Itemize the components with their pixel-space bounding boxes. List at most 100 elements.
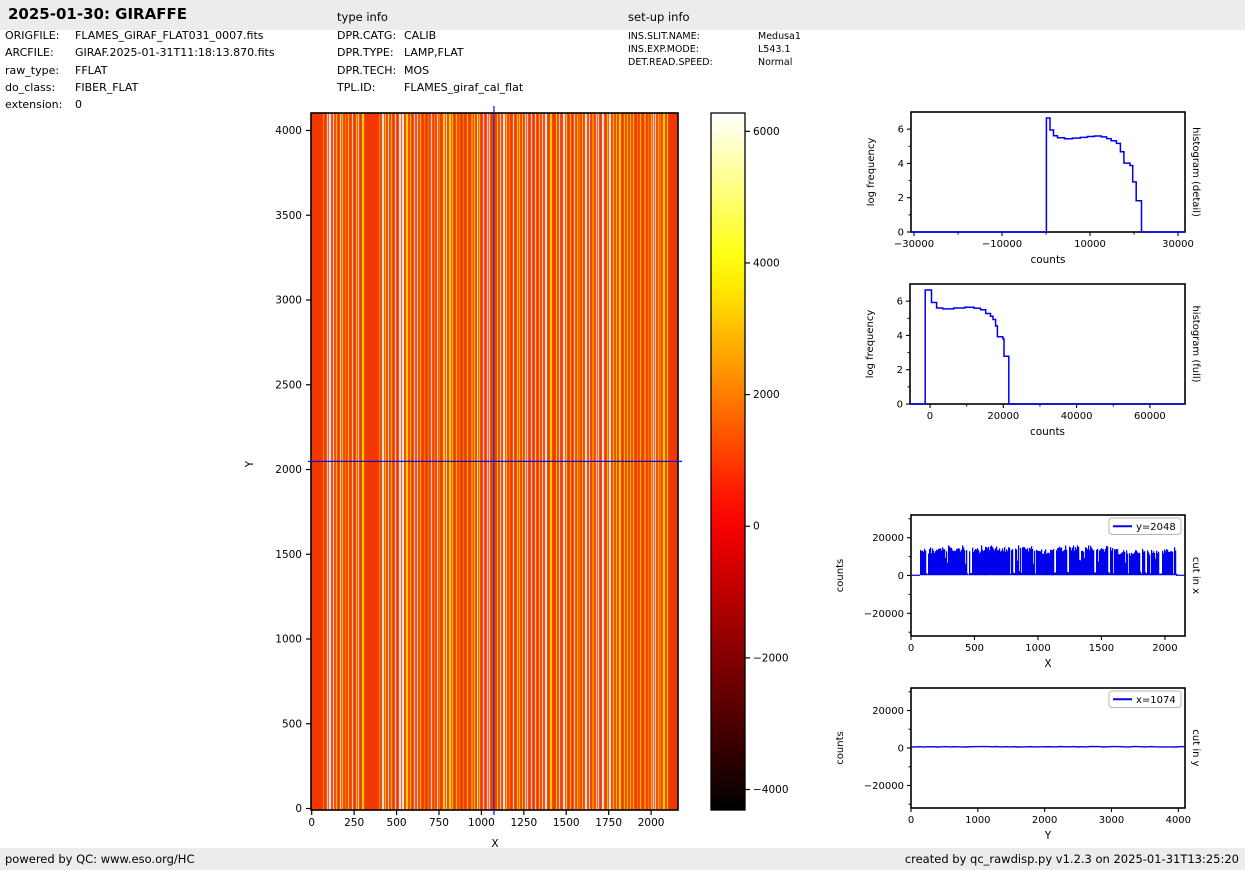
svg-text:0: 0 xyxy=(908,815,914,826)
meta-value: MOS xyxy=(404,64,429,77)
meta-value: GIRAF.2025-01-31T11:18:13.870.fits xyxy=(75,46,275,59)
svg-text:500: 500 xyxy=(965,643,984,654)
svg-text:6000: 6000 xyxy=(753,126,780,138)
svg-text:20000: 20000 xyxy=(872,706,904,717)
svg-text:0: 0 xyxy=(898,744,904,755)
svg-text:1000: 1000 xyxy=(965,815,990,826)
svg-text:2000: 2000 xyxy=(275,464,302,476)
histogram-full-series xyxy=(910,290,1185,404)
meta-value: CALIB xyxy=(404,29,436,42)
svg-text:2000: 2000 xyxy=(638,817,665,829)
svg-text:1000: 1000 xyxy=(275,634,302,646)
page-title: 2025-01-30: GIRAFFE xyxy=(8,5,187,23)
svg-text:4000: 4000 xyxy=(275,125,302,137)
svg-text:1750: 1750 xyxy=(595,817,622,829)
meta-label: ARCFILE: xyxy=(5,46,54,59)
meta-label: INS.EXP.MODE: xyxy=(628,44,699,55)
svg-text:1500: 1500 xyxy=(1089,643,1114,654)
svg-text:cut in x: cut in x xyxy=(1190,557,1201,594)
histogram-detail-series xyxy=(911,118,1185,232)
svg-text:y=2048: y=2048 xyxy=(1136,522,1176,533)
svg-text:−4000: −4000 xyxy=(753,784,789,796)
svg-text:2000: 2000 xyxy=(1032,815,1057,826)
svg-text:cut in y: cut in y xyxy=(1190,729,1201,766)
bottom-bar: powered by QC: www.eso.org/HC created by… xyxy=(0,848,1245,870)
svg-text:3000: 3000 xyxy=(275,295,302,307)
svg-text:1500: 1500 xyxy=(553,817,580,829)
svg-text:4000: 4000 xyxy=(753,257,780,269)
svg-text:2: 2 xyxy=(897,365,903,376)
cut-in-x-series xyxy=(920,545,1177,575)
svg-text:0: 0 xyxy=(927,411,933,422)
svg-text:1500: 1500 xyxy=(275,549,302,561)
cut-in-x-legend xyxy=(1109,518,1181,535)
svg-text:750: 750 xyxy=(429,817,449,829)
svg-text:−20000: −20000 xyxy=(864,781,904,792)
svg-text:counts: counts xyxy=(1030,426,1065,438)
svg-text:counts: counts xyxy=(835,559,846,592)
meta-value: Medusa1 xyxy=(758,31,801,42)
meta-value: FFLAT xyxy=(75,64,107,77)
colorbar xyxy=(711,113,745,810)
meta-value: L543.1 xyxy=(758,44,791,55)
footer-left-text: powered by QC: www.eso.org/HC xyxy=(5,848,194,870)
meta-label: ORIGFILE: xyxy=(5,29,59,42)
svg-text:counts: counts xyxy=(835,731,846,764)
raw-image xyxy=(311,113,678,810)
svg-text:log frequency: log frequency xyxy=(865,310,876,379)
svg-text:3500: 3500 xyxy=(275,210,302,222)
meta-value: FLAMES_giraf_cal_flat xyxy=(404,81,523,94)
svg-text:500: 500 xyxy=(387,817,407,829)
svg-text:0: 0 xyxy=(898,571,904,582)
meta-label: DET.READ.SPEED: xyxy=(628,57,713,68)
meta-label: INS.SLIT.NAME: xyxy=(628,31,700,42)
meta-label: DPR.TYPE: xyxy=(337,46,394,59)
svg-text:−10000: −10000 xyxy=(982,239,1022,250)
meta-label: extension: xyxy=(5,98,62,111)
svg-text:Y: Y xyxy=(244,460,256,468)
svg-text:−2000: −2000 xyxy=(753,652,789,664)
svg-text:−20000: −20000 xyxy=(864,609,904,620)
svg-text:4: 4 xyxy=(897,331,903,342)
svg-text:0: 0 xyxy=(897,400,903,411)
qc-report-page: 2025-01-30: GIRAFFE type info set-up inf… xyxy=(0,0,1245,870)
cut-in-y-frame xyxy=(911,688,1185,808)
svg-text:1000: 1000 xyxy=(468,817,495,829)
svg-text:20000: 20000 xyxy=(987,411,1019,422)
svg-text:6: 6 xyxy=(898,125,904,136)
svg-text:2: 2 xyxy=(898,193,904,204)
svg-text:counts: counts xyxy=(1030,254,1065,266)
meta-value: FIBER_FLAT xyxy=(75,81,138,94)
svg-text:10000: 10000 xyxy=(1074,239,1106,250)
svg-text:4000: 4000 xyxy=(1166,815,1191,826)
meta-label: TPL.ID: xyxy=(337,81,375,94)
svg-text:histogram (detail): histogram (detail) xyxy=(1190,127,1201,217)
meta-value: 0 xyxy=(75,98,82,111)
svg-text:20000: 20000 xyxy=(872,533,904,544)
svg-text:1250: 1250 xyxy=(510,817,537,829)
svg-text:1000: 1000 xyxy=(1025,643,1050,654)
svg-text:500: 500 xyxy=(282,718,302,730)
meta-value: Normal xyxy=(758,57,792,68)
meta-label: DPR.TECH: xyxy=(337,64,396,77)
svg-text:0: 0 xyxy=(908,643,914,654)
svg-text:0: 0 xyxy=(898,228,904,239)
histogram-detail-frame xyxy=(911,112,1185,232)
svg-text:2500: 2500 xyxy=(275,379,302,391)
svg-text:250: 250 xyxy=(344,817,364,829)
svg-text:6: 6 xyxy=(897,297,903,308)
svg-text:X: X xyxy=(1044,658,1051,670)
meta-label: raw_type: xyxy=(5,64,59,77)
svg-text:2000: 2000 xyxy=(753,389,780,401)
svg-text:−30000: −30000 xyxy=(894,239,934,250)
svg-text:40000: 40000 xyxy=(1061,411,1093,422)
meta-label: do_class: xyxy=(5,81,55,94)
svg-text:log frequency: log frequency xyxy=(866,138,877,207)
svg-text:60000: 60000 xyxy=(1134,411,1166,422)
svg-text:histogram (full): histogram (full) xyxy=(1190,305,1201,382)
svg-text:2000: 2000 xyxy=(1152,643,1177,654)
svg-text:0: 0 xyxy=(295,803,302,815)
svg-text:Y: Y xyxy=(1044,830,1052,842)
svg-text:3000: 3000 xyxy=(1099,815,1124,826)
cut-in-x-frame xyxy=(911,515,1185,636)
